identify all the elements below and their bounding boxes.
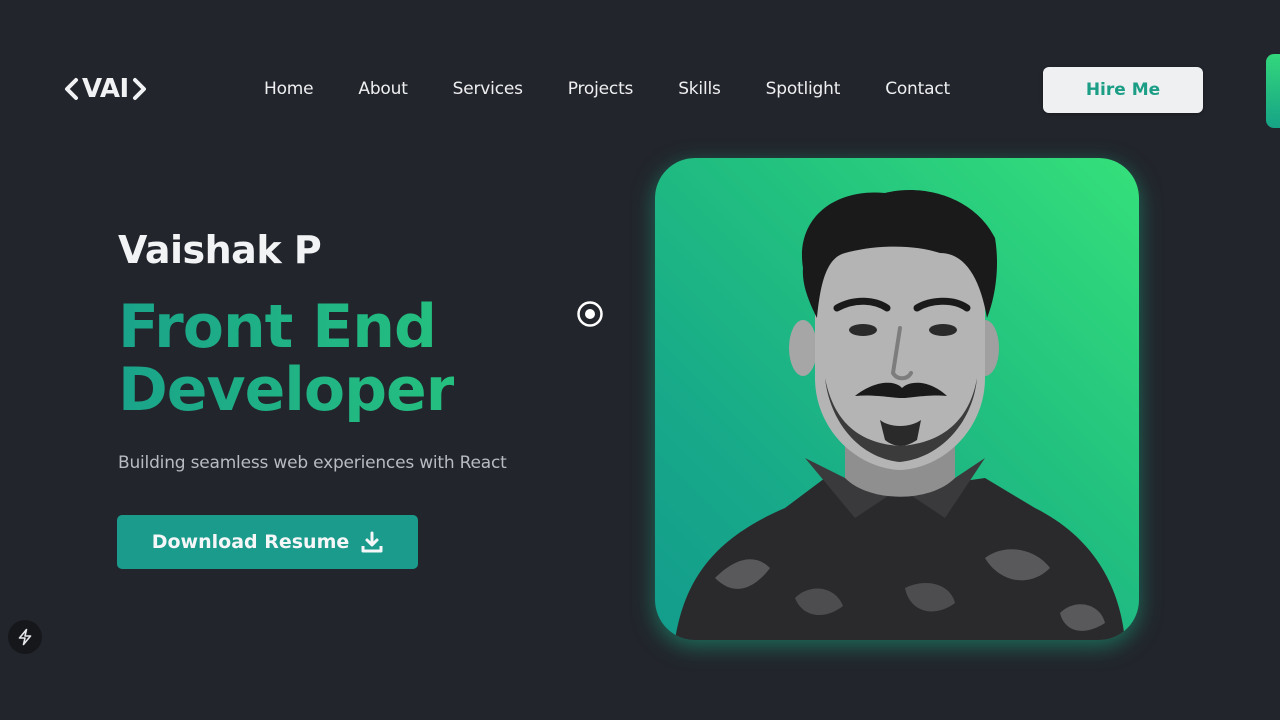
nav-home[interactable]: Home: [264, 78, 314, 100]
portfolio-page: VAI Home About Services Projects Skills …: [0, 0, 1280, 720]
main-nav: Home About Services Projects Skills Spot…: [264, 78, 950, 100]
profile-photo: [655, 158, 1139, 640]
chevron-right-icon: [132, 78, 146, 100]
nav-skills[interactable]: Skills: [678, 78, 721, 100]
download-resume-button[interactable]: Download Resume: [117, 515, 418, 569]
lightning-bolt-button[interactable]: [8, 620, 42, 654]
chevron-left-icon: [65, 78, 78, 100]
hero-tagline: Building seamless web experiences with R…: [118, 453, 507, 473]
hero-role-line2: Developer: [118, 355, 455, 425]
nav-projects[interactable]: Projects: [568, 78, 634, 100]
nav-contact[interactable]: Contact: [885, 78, 950, 100]
hero-role-line1: Front End: [118, 292, 436, 362]
download-resume-label: Download Resume: [151, 531, 350, 553]
lightning-bolt-icon: [18, 628, 32, 646]
hero-role: Front End Developer: [118, 296, 454, 422]
logo-text: VAI: [82, 74, 129, 104]
target-cursor-icon: [577, 301, 603, 327]
nav-about[interactable]: About: [358, 78, 407, 100]
nav-services[interactable]: Services: [453, 78, 523, 100]
hero-name: Vaishak P: [118, 228, 322, 272]
hire-me-button[interactable]: Hire Me: [1043, 67, 1203, 113]
nav-spotlight[interactable]: Spotlight: [766, 78, 841, 100]
edge-accent-tab[interactable]: [1266, 54, 1280, 128]
download-icon: [361, 531, 383, 553]
site-logo[interactable]: VAI: [62, 74, 149, 104]
portrait-illustration: [675, 190, 1125, 640]
